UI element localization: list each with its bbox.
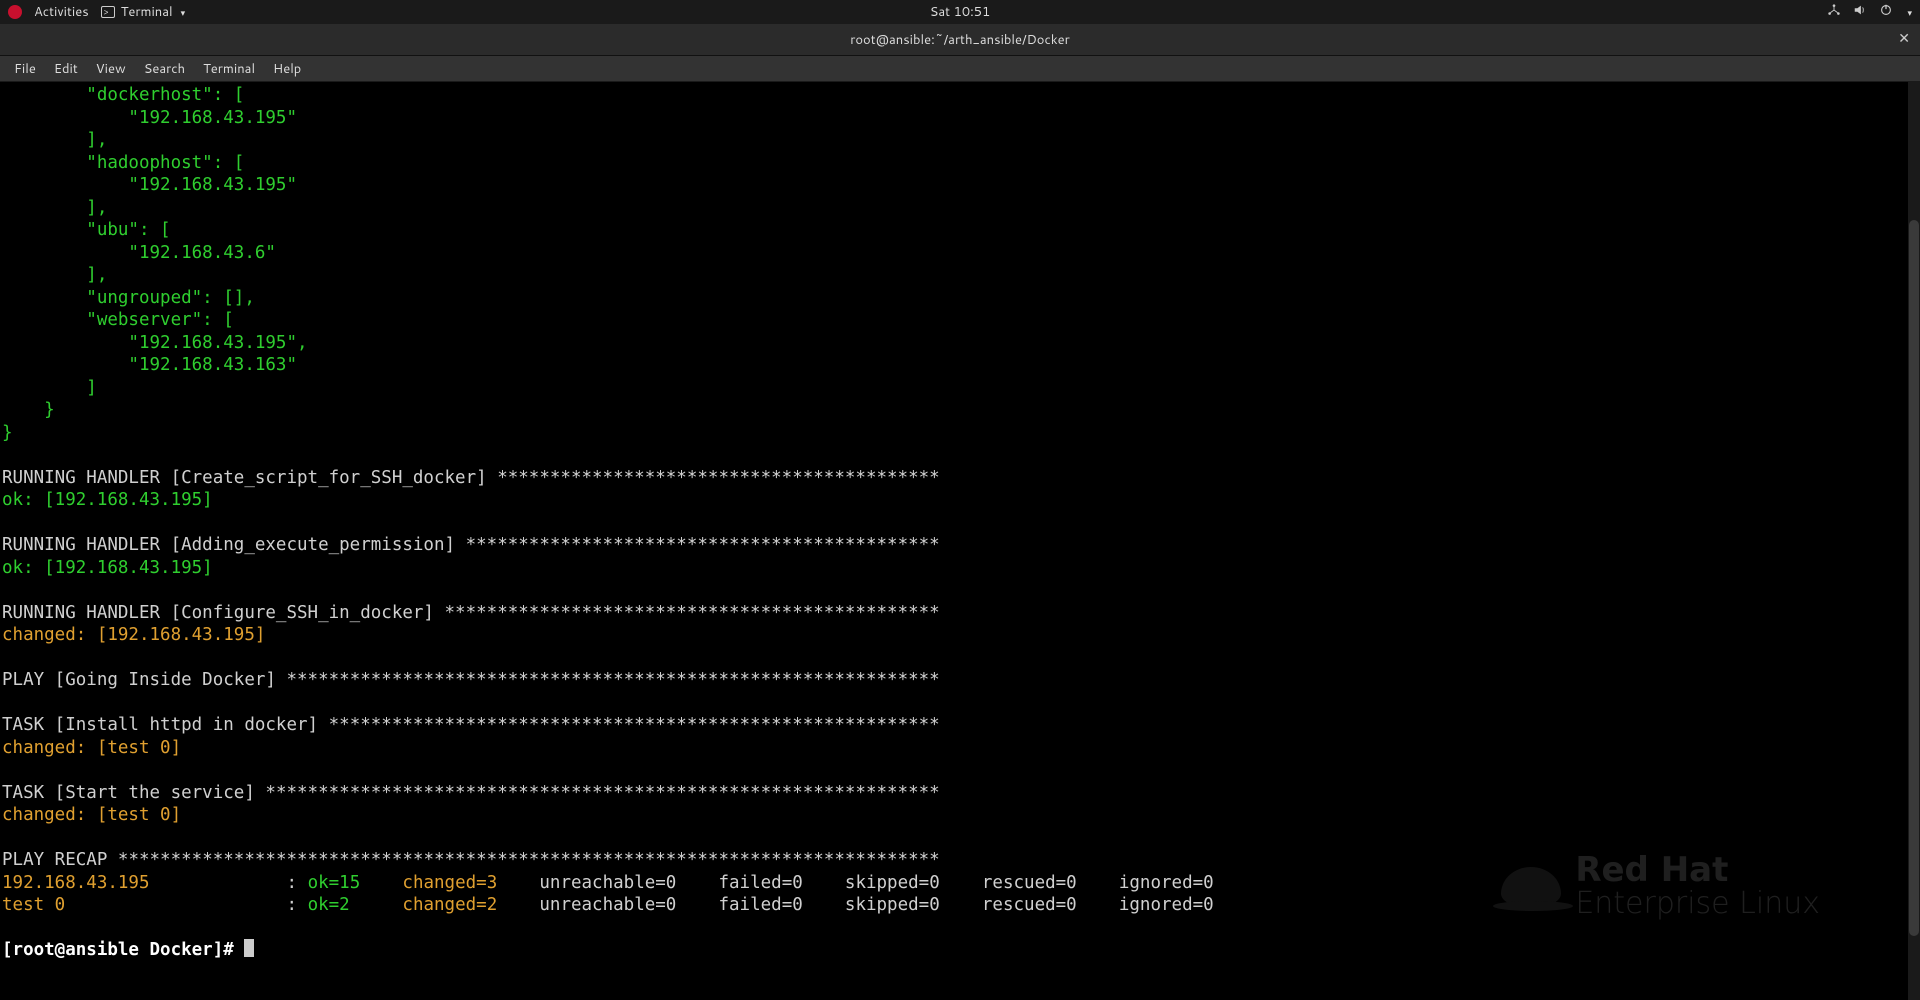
menubar: File Edit View Search Terminal Help <box>0 56 1920 82</box>
task-result-changed: changed: [test 0] <box>2 738 181 758</box>
menu-help[interactable]: Help <box>265 58 309 80</box>
json-line: ], <box>2 198 107 218</box>
terminal-output[interactable]: "dockerhost": [ "192.168.43.195" ], "had… <box>0 82 1920 1000</box>
power-icon <box>1879 3 1893 22</box>
json-line: } <box>2 423 13 443</box>
divider: ****************************************… <box>286 670 939 690</box>
handler-header: RUNNING HANDLER [Adding_execute_permissi… <box>2 535 466 555</box>
scrollbar-thumb[interactable] <box>1909 220 1919 936</box>
close-button[interactable]: ✕ <box>1898 30 1910 47</box>
recap-ok: ok=15 <box>308 873 361 893</box>
json-line: "hadoophost": [ <box>2 153 244 173</box>
divider: ****************************************… <box>497 468 940 488</box>
json-line: } <box>2 400 55 420</box>
play-header: PLAY [Going Inside Docker] <box>2 670 286 690</box>
divider: ****************************************… <box>118 850 940 870</box>
menu-terminal[interactable]: Terminal <box>195 58 263 80</box>
json-line: ], <box>2 265 107 285</box>
task-result-changed: changed: [test 0] <box>2 805 181 825</box>
menu-view[interactable]: View <box>88 58 134 80</box>
json-line: "192.168.43.195" <box>2 108 297 128</box>
handler-header: RUNNING HANDLER [Create_script_for_SSH_d… <box>2 468 497 488</box>
activities-button[interactable]: Activities <box>34 3 89 21</box>
menu-file[interactable]: File <box>6 58 44 80</box>
divider: ****************************************… <box>445 603 940 623</box>
recap-rest: unreachable=0 failed=0 skipped=0 rescued… <box>497 895 1213 915</box>
pad <box>360 873 402 893</box>
task-result-ok: ok: [192.168.43.195] <box>2 490 213 510</box>
json-line: "192.168.43.6" <box>2 243 276 263</box>
clock[interactable]: Sat 10:51 <box>930 3 991 21</box>
pad <box>350 895 403 915</box>
shell-prompt: [root@ansible Docker]# <box>2 940 244 960</box>
recap-rest: unreachable=0 failed=0 skipped=0 rescued… <box>497 873 1213 893</box>
distro-icon <box>8 5 22 19</box>
system-tray[interactable]: ▾ <box>1827 3 1912 22</box>
recap-host: test 0 <box>2 895 65 915</box>
json-line: ] <box>2 378 97 398</box>
recap-changed: changed=2 <box>402 895 497 915</box>
json-line: "ungrouped": [], <box>2 288 255 308</box>
json-line: "webserver": [ <box>2 310 234 330</box>
window-title: root@ansible:~/arth_ansible/Docker <box>850 31 1070 49</box>
pad <box>65 895 286 915</box>
chevron-down-icon: ▾ <box>1907 6 1912 19</box>
cursor[interactable] <box>244 939 254 957</box>
scrollbar[interactable] <box>1908 82 1920 1000</box>
json-line: ], <box>2 130 107 150</box>
volume-icon <box>1853 3 1867 22</box>
gnome-topbar: Activities Terminal ▾ Sat 10:51 ▾ <box>0 0 1920 24</box>
handler-header: RUNNING HANDLER [Configure_SSH_in_docker… <box>2 603 445 623</box>
recap-ok: ok=2 <box>308 895 350 915</box>
window-titlebar[interactable]: root@ansible:~/arth_ansible/Docker ✕ <box>0 24 1920 56</box>
menu-search[interactable]: Search <box>136 58 193 80</box>
recap-header: PLAY RECAP <box>2 850 118 870</box>
json-line: "192.168.43.163" <box>2 355 297 375</box>
recap-host: 192.168.43.195 <box>2 873 150 893</box>
json-line: "192.168.43.195", <box>2 333 308 353</box>
recap-changed: changed=3 <box>402 873 497 893</box>
chevron-down-icon: ▾ <box>181 6 186 19</box>
task-header: TASK [Start the service] <box>2 783 265 803</box>
terminal-icon <box>101 6 115 18</box>
pad <box>150 873 287 893</box>
menu-edit[interactable]: Edit <box>46 58 86 80</box>
app-menu[interactable]: Terminal ▾ <box>101 3 185 21</box>
task-result-ok: ok: [192.168.43.195] <box>2 558 213 578</box>
colon: : <box>286 895 307 915</box>
divider: ****************************************… <box>265 783 939 803</box>
app-menu-label: Terminal <box>121 3 173 21</box>
network-icon <box>1827 3 1841 22</box>
json-line: "192.168.43.195" <box>2 175 297 195</box>
json-line: "dockerhost": [ <box>2 85 244 105</box>
divider: ****************************************… <box>466 535 940 555</box>
divider: ****************************************… <box>329 715 940 735</box>
task-result-changed: changed: [192.168.43.195] <box>2 625 265 645</box>
json-line: "ubu": [ <box>2 220 171 240</box>
colon: : <box>286 873 307 893</box>
task-header: TASK [Install httpd in docker] <box>2 715 329 735</box>
